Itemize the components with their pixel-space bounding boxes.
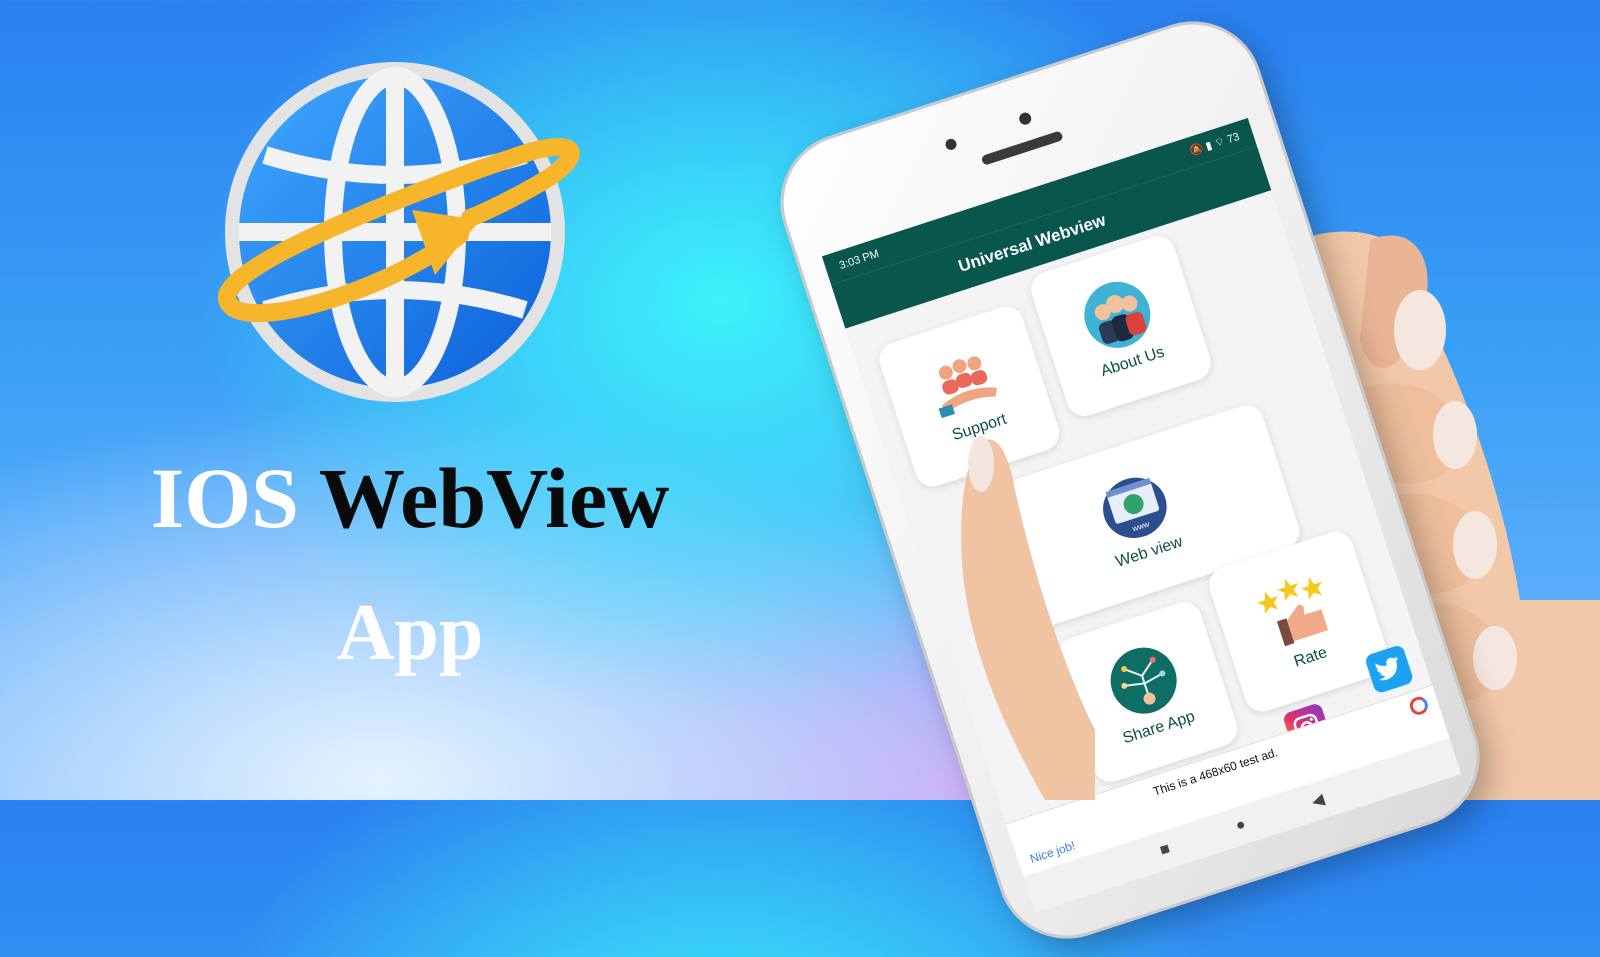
headline-ios: IOS [150, 450, 299, 546]
web-view-icon: www [1103, 477, 1167, 539]
about-us-icon [1084, 281, 1151, 348]
phone-mockup: 3:03 PM 🔕 ▮ ⌔ 73 Universal Webview Suppo… [762, 3, 1498, 957]
share-app-icon [1110, 647, 1177, 714]
rate-label: Rate [1291, 644, 1330, 671]
nav-recent-icon[interactable]: ■ [1158, 840, 1173, 860]
nav-home-icon[interactable]: ● [1234, 816, 1249, 836]
status-time: 3:03 PM [837, 247, 881, 272]
nav-back-icon[interactable]: ◀ [1309, 789, 1327, 812]
headline: IOS WebView [0, 455, 820, 541]
ad-choices-icon[interactable] [1407, 694, 1431, 718]
globe-logo-icon [218, 62, 580, 402]
rate-icon [1257, 577, 1329, 647]
thumb-illustration [961, 436, 1095, 800]
headline-app: App [336, 589, 484, 677]
headline-webview: WebView [318, 450, 670, 546]
